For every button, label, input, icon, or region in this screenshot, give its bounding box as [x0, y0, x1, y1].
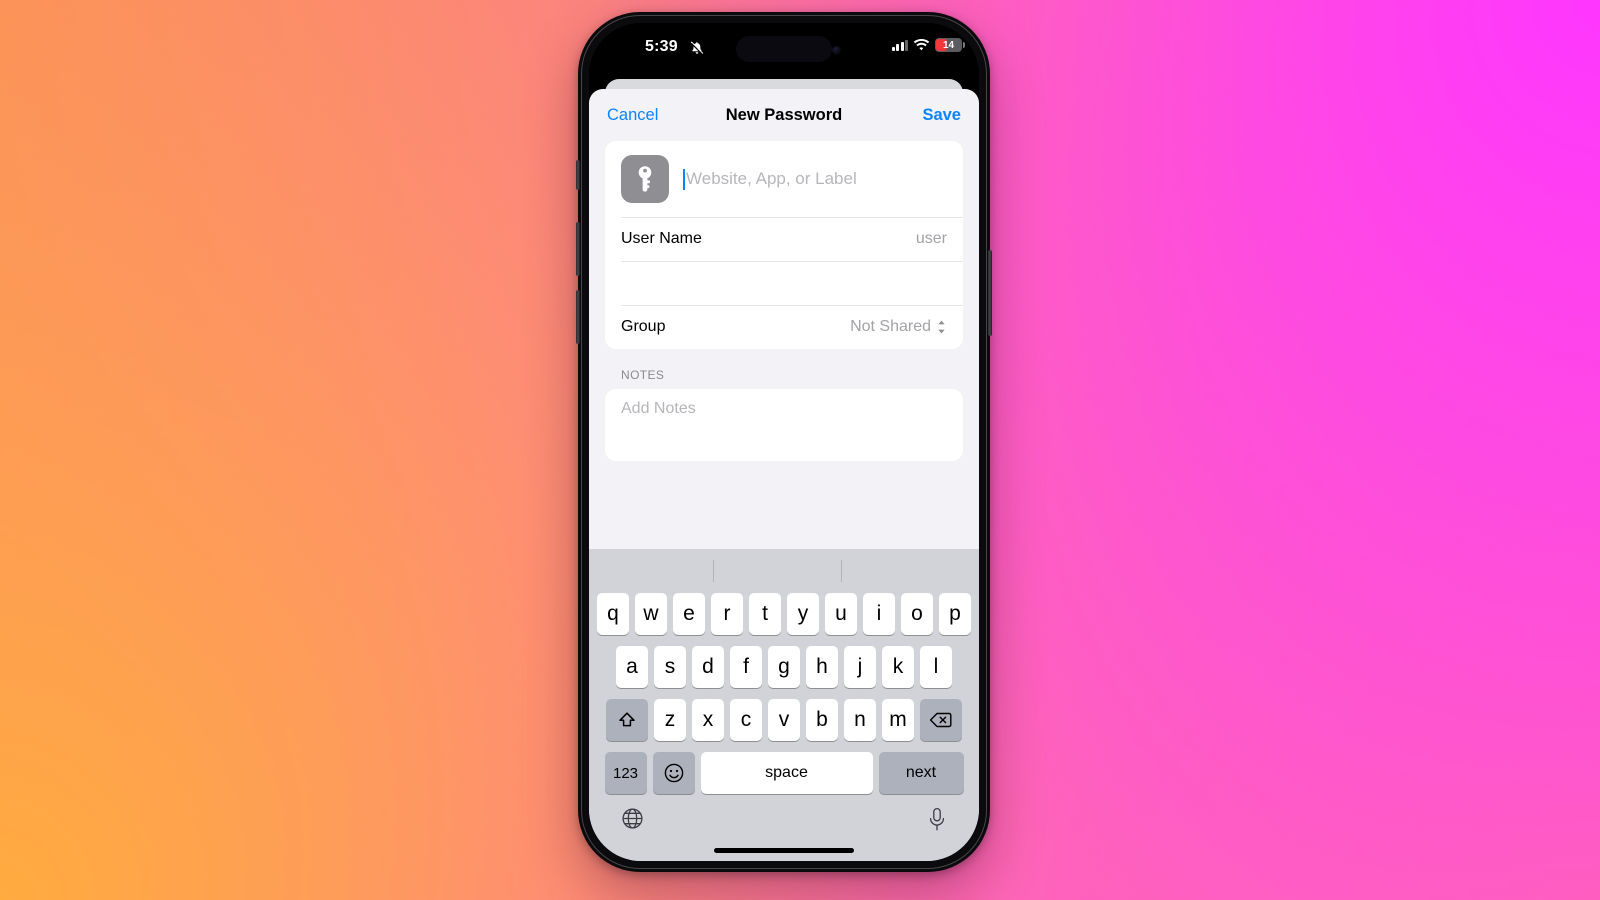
- status-indicators: 14: [891, 38, 965, 52]
- key-x[interactable]: x: [692, 699, 724, 741]
- globe-language-icon[interactable]: [621, 807, 644, 830]
- save-button[interactable]: Save: [922, 106, 961, 125]
- key-g[interactable]: g: [768, 646, 800, 688]
- key-z[interactable]: z: [654, 699, 686, 741]
- username-value[interactable]: user: [916, 230, 947, 248]
- group-value: Not Shared: [850, 318, 931, 335]
- keyboard-row-4: 123 space next: [589, 752, 979, 794]
- key-e[interactable]: e: [673, 593, 705, 635]
- text-caret: [683, 168, 685, 190]
- username-label: User Name: [621, 230, 702, 247]
- status-time: 5:39: [645, 38, 678, 55]
- service-name-row[interactable]: Website, App, or Label: [605, 141, 963, 217]
- key-o[interactable]: o: [901, 593, 933, 635]
- key-h[interactable]: h: [806, 646, 838, 688]
- key-w[interactable]: w: [635, 593, 667, 635]
- power-side-button[interactable]: [988, 250, 992, 336]
- return-next-key[interactable]: next: [878, 752, 964, 794]
- notes-section-header: NOTES: [621, 368, 665, 382]
- key-d[interactable]: d: [692, 646, 724, 688]
- shift-up-arrow-icon[interactable]: [606, 699, 648, 741]
- group-label: Group: [621, 318, 666, 335]
- group-value-wrap[interactable]: Not Shared: [850, 318, 947, 336]
- key-r[interactable]: r: [711, 593, 743, 635]
- key-l[interactable]: l: [920, 646, 952, 688]
- key-q[interactable]: q: [597, 593, 629, 635]
- status-badge-battery: 14: [935, 38, 965, 52]
- key-k[interactable]: k: [882, 646, 914, 688]
- home-indicator[interactable]: [714, 848, 854, 853]
- phone-device-frame: 5:39 14 Cancel New Password Save Website…: [576, 12, 992, 872]
- smiley-emoji-icon[interactable]: [652, 752, 695, 794]
- group-row[interactable]: Group Not Shared: [605, 305, 963, 349]
- volume-down-button[interactable]: [576, 290, 580, 344]
- key-j[interactable]: j: [844, 646, 876, 688]
- key-n[interactable]: n: [844, 699, 876, 741]
- onscreen-keyboard: q w e r t y u i o p a s d f g h j k l z …: [589, 549, 979, 861]
- predictive-divider: [841, 560, 842, 582]
- key-i[interactable]: i: [863, 593, 895, 635]
- desktop-wallpaper: 5:39 14 Cancel New Password Save Website…: [0, 0, 1600, 900]
- numbers-key[interactable]: 123: [604, 752, 647, 794]
- space-key[interactable]: space: [700, 752, 873, 794]
- chevron-up-down-icon: [936, 319, 947, 335]
- status-bar: 5:39 14: [589, 23, 979, 78]
- front-camera-icon: [832, 46, 841, 55]
- keyboard-bottom-bar: [589, 805, 979, 853]
- battery-level-text: 14: [942, 39, 955, 51]
- key-icon: [621, 155, 669, 203]
- new-password-sheet: Cancel New Password Save Website, App, o…: [589, 89, 979, 861]
- key-s[interactable]: s: [654, 646, 686, 688]
- username-row[interactable]: User Name user: [605, 217, 963, 261]
- notes-placeholder: Add Notes: [621, 400, 696, 417]
- backspace-delete-icon[interactable]: [920, 699, 962, 741]
- wifi-icon: [913, 38, 930, 52]
- phone-screen: 5:39 14 Cancel New Password Save Website…: [589, 23, 979, 861]
- predictive-divider: [713, 560, 714, 582]
- key-p[interactable]: p: [939, 593, 971, 635]
- key-b[interactable]: b: [806, 699, 838, 741]
- keyboard-row-3: z x c v b n m: [589, 699, 979, 741]
- key-u[interactable]: u: [825, 593, 857, 635]
- service-name-placeholder: Website, App, or Label: [686, 169, 857, 188]
- cellular-signal-icon: [891, 39, 908, 51]
- bell-slash-icon: [689, 40, 705, 61]
- form-scroll-area: Website, App, or Label User Name user Gr…: [589, 141, 979, 549]
- service-name-input[interactable]: Website, App, or Label: [683, 168, 947, 190]
- silent-switch-button[interactable]: [576, 160, 580, 190]
- volume-up-button[interactable]: [576, 222, 580, 276]
- predictive-text-bar[interactable]: [589, 549, 979, 593]
- keyboard-row-2: a s d f g h j k l: [589, 646, 979, 688]
- key-c[interactable]: c: [730, 699, 762, 741]
- key-y[interactable]: y: [787, 593, 819, 635]
- microphone-dictation-icon[interactable]: [927, 807, 947, 832]
- keyboard-row-1: q w e r t y u i o p: [589, 593, 979, 635]
- key-v[interactable]: v: [768, 699, 800, 741]
- key-a[interactable]: a: [616, 646, 648, 688]
- password-row[interactable]: [605, 261, 963, 305]
- key-f[interactable]: f: [730, 646, 762, 688]
- dynamic-island: [736, 36, 832, 62]
- key-t[interactable]: t: [749, 593, 781, 635]
- credentials-card: Website, App, or Label User Name user Gr…: [605, 141, 963, 349]
- sheet-nav-bar: Cancel New Password Save: [589, 89, 979, 141]
- notes-input[interactable]: Add Notes: [605, 389, 963, 461]
- key-m[interactable]: m: [882, 699, 914, 741]
- cancel-button[interactable]: Cancel: [607, 106, 658, 125]
